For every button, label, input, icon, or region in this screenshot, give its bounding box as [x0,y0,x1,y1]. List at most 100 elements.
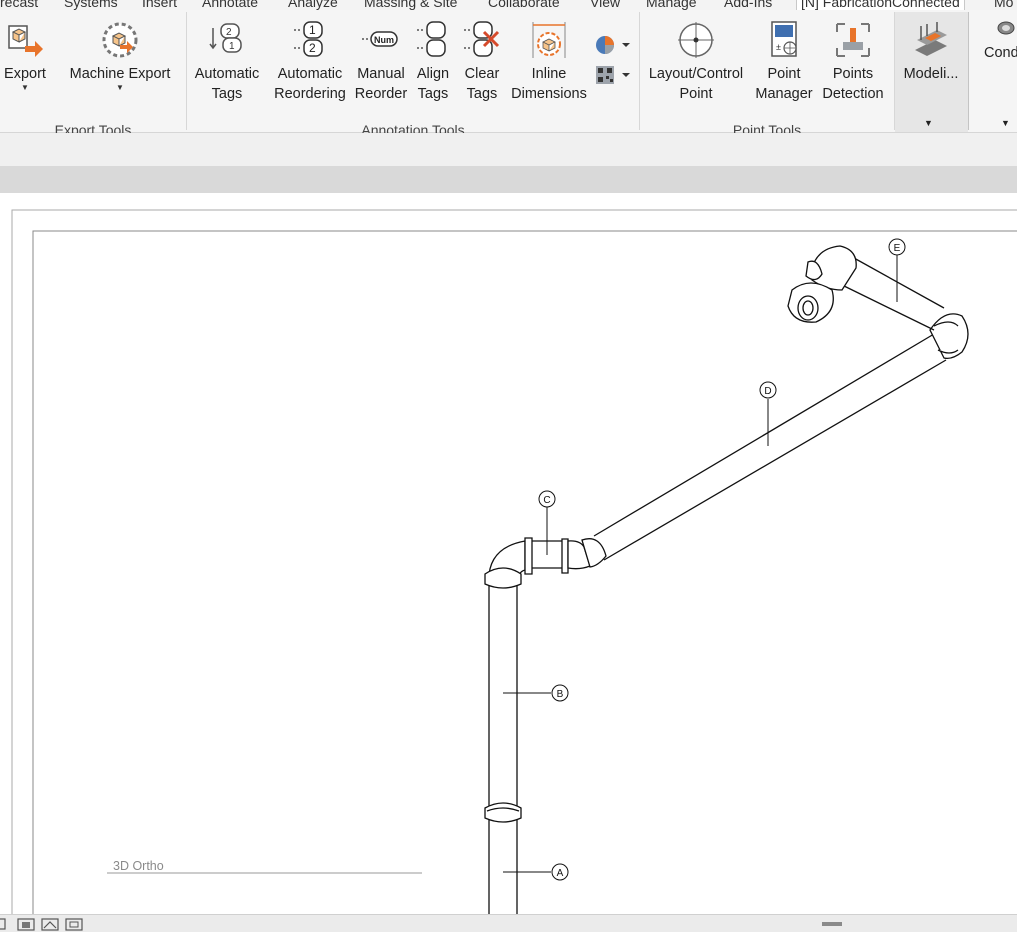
ribbon: Export ▼ Machine Export ▼ Export Tools 2… [0,10,1017,138]
tag-bubble-d[interactable]: D [759,381,777,399]
elbow-fitting-end[interactable] [787,245,857,323]
manual-reorder-button[interactable]: Num Manual Reorder [352,10,410,110]
elbow-fitting-c[interactable] [484,537,607,589]
automatic-reordering-icon: 1 2 [294,21,323,57]
clear-tags-label-2: Tags [466,86,498,102]
view-control-bar [0,914,1017,932]
modeling-icon [915,22,947,56]
svg-text:1: 1 [229,41,235,52]
elbow-fitting-right[interactable] [929,313,969,360]
machine-export-icon [102,22,138,58]
clear-tags-label-1: Clear [464,66,500,82]
tab-manage[interactable]: Manage [646,0,697,10]
points-detection-label-2: Detection [822,86,884,102]
inline-dimensions-label-2: Dimensions [511,86,587,102]
automatic-reordering-button[interactable]: 1 2 Automatic Reordering [270,10,350,110]
modeling-dropdown-arrow[interactable]: ▼ [924,118,933,128]
layout-control-point-icon [678,22,714,58]
automatic-tags-icon: 2 1 [209,23,242,53]
align-tags-button[interactable]: Align Tags [412,10,454,110]
view-tab-bar [0,166,1017,193]
tab-view[interactable]: View [590,0,620,10]
export-button[interactable]: Export ▼ [0,10,50,110]
drawing-area[interactable]: A B C D E 3D Ortho [0,193,1017,914]
panel-separator [639,12,640,130]
pie-chart-split-button[interactable] [594,34,634,56]
align-tags-label-2: Tags [417,86,449,102]
tab-fabrication-connected[interactable]: [N] FabricationConnected [796,0,965,10]
svg-text:±: ± [776,42,781,52]
pipe-vertical[interactable] [484,585,522,914]
tab-analyze[interactable]: Analyze [288,0,338,10]
clear-tags-button[interactable]: Clear Tags [460,10,504,110]
tag-label-d: D [764,386,771,397]
tab-add-ins[interactable]: Add-Ins [724,0,772,10]
view-name-label[interactable]: 3D Ortho [113,859,164,873]
tag-label-e: E [894,243,901,254]
inline-dimensions-icon [532,22,566,58]
align-tags-label-1: Align [416,66,450,82]
manual-reorder-icon: Num [362,31,398,47]
tag-bubble-c[interactable]: C [538,490,556,508]
shadows-icon[interactable] [41,918,59,931]
tab-annotate[interactable]: Annotate [202,0,258,10]
3d-view-canvas[interactable]: A B C D E 3D Ortho [0,193,1017,914]
tag-bubble-b[interactable]: B [551,684,569,702]
export-icon [8,25,43,57]
tab-insert[interactable]: Insert [142,0,177,10]
point-manager-label-2: Manager [755,86,813,102]
tab-collaborate[interactable]: Collaborate [488,0,560,10]
horizontal-scrollbar-thumb[interactable] [822,922,842,926]
machine-export-dropdown-arrow[interactable]: ▼ [62,84,178,92]
cond-button[interactable]: Cond [972,10,1017,110]
panel-separator [186,12,187,130]
view-control-icons [0,918,83,931]
cond-label: Cond [984,45,1017,61]
conduit-icon [997,21,1015,35]
layout-control-point-button[interactable]: Layout/Control Point [642,10,750,110]
layout-control-point-label-1: Layout/Control [648,66,744,82]
tag-label-a: A [557,868,564,879]
export-dropdown-arrow[interactable]: ▼ [0,84,50,92]
modeling-button[interactable]: Modeli... [895,10,967,110]
automatic-tags-label-2: Tags [211,86,243,102]
automatic-tags-button[interactable]: 2 1 Automatic Tags [190,10,264,110]
tab-precast[interactable]: recast [0,0,38,10]
tag-bubble-e[interactable]: E [888,238,906,256]
svg-text:2: 2 [309,41,316,55]
panel-separator [968,12,969,130]
tag-bubble-a[interactable]: A [551,863,569,881]
points-detection-label-1: Points [832,66,874,82]
point-manager-button[interactable]: ± Point Manager [752,10,816,110]
manual-reorder-label-1: Manual [357,66,405,82]
inline-dimensions-label-1: Inline [531,66,567,82]
visual-style-icon[interactable] [17,918,35,931]
svg-text:2: 2 [226,27,232,38]
manual-reorder-icon-text: Num [374,35,394,45]
ribbon-tab-bar: recast Systems Insert Annotate Analyze M… [0,0,1017,10]
machine-export-button[interactable]: Machine Export ▼ [62,10,178,110]
svg-text:1: 1 [309,23,316,37]
points-detection-button[interactable]: Points Detection [818,10,888,110]
qr-code-split-button[interactable] [594,64,634,86]
qr-code-icon [596,66,630,84]
inline-dimensions-button[interactable]: Inline Dimensions [508,10,590,110]
tab-massing-site[interactable]: Massing & Site [364,0,457,10]
points-detection-icon [836,23,870,57]
cond-dropdown-arrow[interactable]: ▼ [1001,118,1010,128]
crop-view-icon[interactable] [65,918,83,931]
point-manager-icon: ± [771,21,797,57]
point-manager-label-1: Point [767,66,801,82]
export-label: Export [4,66,46,82]
automatic-reordering-label-1: Automatic [277,66,343,82]
tab-modify[interactable]: Mo [994,0,1013,10]
manual-reorder-label-2: Reorder [354,86,408,102]
pie-chart-icon [596,36,630,54]
automatic-tags-label-1: Automatic [194,66,260,82]
align-tags-icon [417,21,446,57]
automatic-reordering-label-2: Reordering [274,86,346,102]
machine-export-label: Machine Export [69,66,171,82]
tab-systems[interactable]: Systems [64,0,118,10]
pipe-diagonal[interactable] [593,333,947,561]
layout-control-point-label-2: Point [679,86,713,102]
